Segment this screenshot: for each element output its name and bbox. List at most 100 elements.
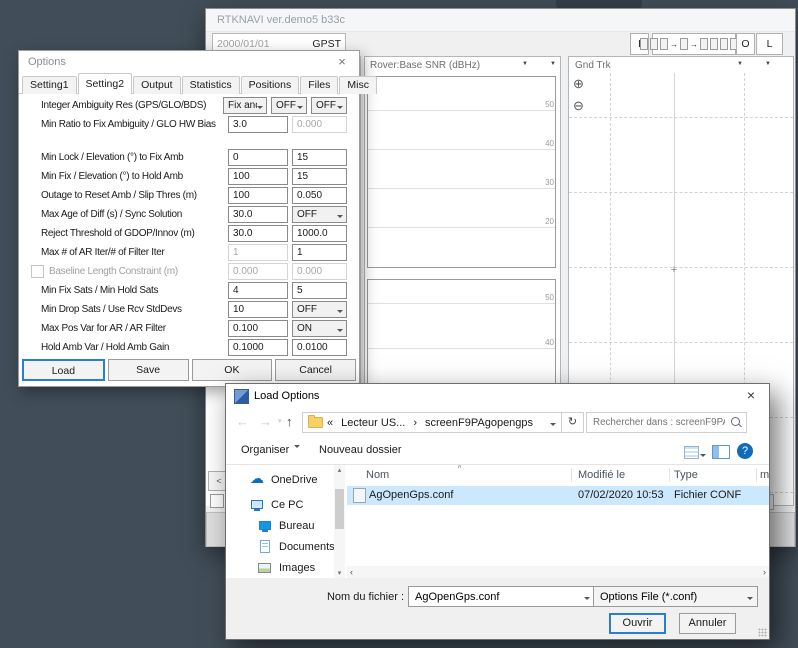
sidebar-item-onedrive[interactable]: OneDrive (226, 469, 334, 490)
breadcrumb-drive[interactable]: Lecteur US... (341, 417, 405, 429)
load-button[interactable]: Load (22, 359, 105, 381)
chevron-down-icon[interactable]: ▼ (765, 61, 771, 67)
cancel-button[interactable]: Annuler (679, 613, 736, 634)
breadcrumb[interactable]: « Lecteur US... › screenF9PAgopengps (302, 412, 562, 433)
stream-box-icon (660, 38, 668, 50)
scroll-up-icon[interactable]: ▴ (334, 466, 345, 474)
option-input[interactable]: 0.1000 (228, 339, 288, 356)
option-input[interactable]: 0.0100 (292, 339, 347, 356)
dropdown[interactable]: Fix and (223, 97, 267, 114)
tab-misc[interactable]: Misc (339, 76, 377, 94)
sidebar-scrollbar[interactable]: ▴ ▾ (334, 465, 345, 578)
chevron-down-icon[interactable] (550, 423, 556, 429)
column-separator[interactable] (669, 468, 670, 482)
option-input[interactable]: 0.000 (228, 263, 288, 280)
breadcrumb-guillemet[interactable]: « (327, 417, 333, 429)
tab-setting2[interactable]: Setting2 (78, 73, 133, 94)
sidebar-item-ce-pc[interactable]: Ce PC (226, 494, 334, 515)
close-icon[interactable]: × (327, 51, 357, 73)
save-button[interactable]: Save (108, 359, 189, 381)
column-separator[interactable] (756, 468, 757, 482)
option-input[interactable]: 0.000 (292, 263, 347, 280)
tab-statistics[interactable]: Statistics (182, 76, 240, 94)
output-stream-button[interactable]: O (736, 33, 755, 55)
sidebar-item-bureau[interactable]: Bureau (226, 515, 334, 536)
organize-menu[interactable]: Organiser (241, 444, 300, 456)
tab-files[interactable]: Files (300, 76, 338, 94)
column-header-partial[interactable]: m (760, 465, 769, 485)
ok-button[interactable]: OK (192, 359, 273, 381)
option-input[interactable]: 0 (228, 149, 288, 166)
option-input[interactable]: 1 (228, 244, 288, 261)
option-input[interactable]: 15 (292, 149, 347, 166)
option-input[interactable]: 3.0 (228, 116, 288, 133)
sidebar-item-images[interactable]: Images (226, 557, 334, 578)
history-chevron-icon[interactable]: ▾ (278, 409, 282, 435)
chevron-down-icon[interactable] (700, 454, 706, 460)
tab-positions[interactable]: Positions (241, 76, 300, 94)
zoom-out-icon[interactable]: ⊖ (573, 99, 584, 112)
option-input[interactable]: 5 (292, 282, 347, 299)
option-input[interactable]: 100 (228, 187, 288, 204)
option-input[interactable]: 0.000 (292, 116, 347, 133)
log-stream-button[interactable]: L (756, 33, 783, 55)
scrollbar-thumb[interactable] (335, 489, 344, 529)
chevron-down-icon[interactable]: ▼ (550, 61, 556, 67)
column-header-type[interactable]: Type (674, 465, 698, 485)
option-input[interactable]: 10 (228, 301, 288, 318)
checkbox[interactable] (31, 265, 44, 278)
option-input[interactable]: 4 (228, 282, 288, 299)
search-box[interactable] (586, 412, 747, 433)
column-separator[interactable] (571, 468, 572, 482)
zoom-in-icon[interactable]: ⊕ (573, 77, 584, 90)
refresh-icon[interactable]: ↻ (562, 412, 584, 433)
desktop-icon (258, 519, 272, 533)
help-icon[interactable]: ? (737, 443, 753, 459)
horizontal-scrollbar[interactable]: ‹ › (347, 566, 769, 578)
back-icon[interactable]: ← (236, 409, 249, 435)
open-button[interactable]: Ouvrir (609, 613, 666, 634)
dropdown[interactable]: OFF (292, 206, 347, 223)
option-input[interactable]: 15 (292, 168, 347, 185)
option-input[interactable]: 0.100 (228, 320, 288, 337)
option-input[interactable]: 100 (228, 168, 288, 185)
filetype-combobox[interactable]: Options File (*.conf) (593, 586, 758, 607)
breadcrumb-folder[interactable]: screenF9PAgopengps (425, 417, 533, 429)
column-header-nom[interactable]: Nom (366, 465, 389, 485)
preview-pane-icon[interactable] (712, 445, 730, 459)
chevron-down-icon[interactable]: ▼ (522, 61, 528, 67)
scroll-right-icon[interactable]: › (763, 566, 766, 578)
filename-combobox[interactable]: AgOpenGps.conf (408, 586, 595, 607)
column-header-modifi-le[interactable]: Modifié le (578, 465, 625, 485)
scroll-left-icon[interactable]: ‹ (350, 566, 353, 578)
gridline (368, 348, 555, 349)
small-toggle-box[interactable] (210, 494, 224, 508)
dropdown[interactable]: OFF (311, 97, 347, 114)
search-input[interactable] (587, 413, 727, 432)
stream-box-icon (650, 38, 658, 50)
dropdown[interactable]: ON (292, 320, 347, 337)
file-row[interactable]: AgOpenGps.conf07/02/2020 10:53Fichier CO… (347, 486, 769, 505)
view-options-icon[interactable] (684, 446, 699, 459)
sidebar-item-documents[interactable]: Documents (226, 536, 334, 557)
option-input[interactable]: 0.050 (292, 187, 347, 204)
dropdown[interactable]: OFF (292, 301, 347, 318)
chevron-down-icon[interactable]: ▼ (737, 61, 743, 67)
scroll-down-icon[interactable]: ▾ (334, 569, 345, 577)
option-input[interactable]: 30.0 (228, 225, 288, 242)
tab-setting1[interactable]: Setting1 (22, 76, 77, 94)
option-input[interactable]: 1000.0 (292, 225, 347, 242)
dropdown[interactable]: OFF (271, 97, 307, 114)
options-titlebar[interactable]: Options × (19, 51, 359, 73)
resize-grip[interactable] (758, 628, 767, 637)
option-input[interactable]: 30.0 (228, 206, 288, 223)
rtknavi-titlebar[interactable]: RTKNAVI ver.demo5 b33c (206, 9, 795, 32)
option-input[interactable]: 1 (292, 244, 347, 261)
up-icon[interactable]: ↑ (286, 409, 293, 435)
forward-icon[interactable]: → (259, 409, 272, 435)
close-icon[interactable]: × (735, 384, 767, 408)
filename-value: AgOpenGps.conf (415, 591, 499, 603)
new-folder-button[interactable]: Nouveau dossier (319, 444, 402, 456)
tab-output[interactable]: Output (133, 76, 181, 94)
cancel-button[interactable]: Cancel (275, 359, 356, 381)
